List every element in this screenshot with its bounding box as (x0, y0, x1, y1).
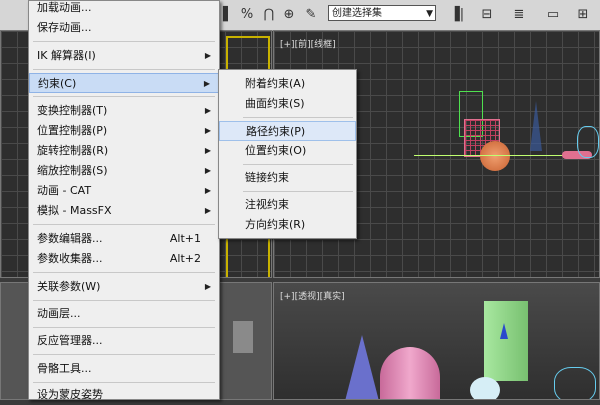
box-object (484, 301, 528, 381)
submenu-arrow-icon: ▶ (204, 206, 211, 215)
menu-separator (33, 96, 215, 97)
submenu-arrow-icon: ▶ (203, 79, 210, 88)
path-line (414, 155, 564, 156)
submenu-item-path-constraint[interactable]: 路径约束(P) (219, 121, 356, 141)
submenu-item-surface-constraint[interactable]: 曲面约束(S) (219, 94, 356, 114)
sphere-object (470, 377, 500, 399)
constraints-submenu: 附着约束(A) 曲面约束(S) 路径约束(P) 位置约束(O) 链接约束 注视约… (218, 69, 357, 239)
animation-menu: 加载动画... 保存动画... IK 解算器(I) ▶ 约束(C) ▶ 变换控制器(… (28, 0, 220, 401)
shortcut-label: Alt+1 (169, 232, 201, 245)
menu-item-animation-cat[interactable]: 动画 - CAT ▶ (29, 181, 219, 201)
toolbar-separator-icon: ▌ (223, 6, 233, 22)
edit-named-selection-icon[interactable]: ✎ (300, 3, 322, 25)
menu-separator (33, 354, 215, 355)
menu-item-bone-tools[interactable]: 骨骼工具... (29, 359, 219, 379)
submenu-arrow-icon: ▶ (204, 186, 211, 195)
curve-editor-icon[interactable]: ▭ (542, 3, 564, 25)
menu-item-position-controllers[interactable]: 位置控制器(P) ▶ (29, 121, 219, 141)
menu-separator (33, 272, 215, 273)
submenu-arrow-icon: ▶ (204, 106, 211, 115)
bone-rig-icon (554, 367, 596, 399)
menu-item-load-animation[interactable]: 加载动画... (29, 0, 219, 18)
submenu-item-lookat-constraint[interactable]: 注视约束 (219, 195, 356, 215)
viewport-label: [+][前][线框] (280, 40, 336, 50)
align-icon[interactable]: ⊟ (476, 3, 498, 25)
menu-item-parameter-collector[interactable]: 参数收集器... Alt+2 (29, 249, 219, 269)
viewport-label: [+][透视][真实] (280, 292, 345, 302)
menu-item-animation-layers[interactable]: 动画层... (29, 304, 219, 324)
menu-item-constraints[interactable]: 约束(C) ▶ (29, 73, 219, 93)
cone-object (344, 335, 380, 399)
menu-separator (33, 300, 215, 301)
mirror-icon[interactable]: ▐| (446, 3, 468, 25)
submenu-item-position-constraint[interactable]: 位置约束(O) (219, 141, 356, 161)
menu-separator (243, 164, 353, 165)
named-selection-set-dropdown[interactable]: 创建选择集 ▼ (328, 5, 436, 21)
submenu-arrow-icon: ▶ (204, 166, 211, 175)
menu-separator (243, 191, 353, 192)
layer-manager-icon[interactable]: ≣ (508, 3, 530, 25)
selection-set-value: 创建选择集 (332, 8, 382, 19)
viewport-perspective[interactable]: [+][透视][真实] (273, 282, 600, 400)
magnet-snap-icon[interactable]: ⋂ (258, 3, 280, 25)
submenu-arrow-icon: ▶ (204, 126, 211, 135)
submenu-item-link-constraint[interactable]: 链接约束 (219, 168, 356, 188)
submenu-arrow-icon: ▶ (204, 51, 211, 60)
submenu-arrow-icon: ▶ (204, 282, 211, 291)
menu-separator (33, 69, 215, 70)
cone-wireframe (530, 101, 542, 151)
menu-separator (33, 224, 215, 225)
menu-item-simulation-massfx[interactable]: 模拟 - MassFX ▶ (29, 201, 219, 221)
submenu-arrow-icon: ▶ (204, 146, 211, 155)
box-object (233, 321, 253, 353)
menu-item-set-skin-pose[interactable]: 设为蒙皮姿势 (29, 385, 219, 405)
cylinder-object (380, 347, 440, 399)
schematic-view-icon[interactable]: ⊞ (572, 3, 594, 25)
menu-item-reaction-manager[interactable]: 反应管理器... (29, 331, 219, 351)
pivot-arrow-icon (500, 323, 508, 339)
menu-separator (33, 327, 215, 328)
sphere-object (480, 141, 510, 171)
chevron-down-icon: ▼ (426, 9, 433, 19)
menu-item-scale-controllers[interactable]: 缩放控制器(S) ▶ (29, 161, 219, 181)
submenu-item-orientation-constraint[interactable]: 方向约束(R) (219, 215, 356, 235)
menu-item-save-animation[interactable]: 保存动画... (29, 18, 219, 38)
menu-item-ik-solvers[interactable]: IK 解算器(I) ▶ (29, 46, 219, 66)
menu-item-wire-parameters[interactable]: 关联参数(W) ▶ (29, 277, 219, 297)
menu-separator (33, 382, 215, 383)
menu-separator (33, 41, 215, 42)
percent-snap-icon[interactable]: % (236, 3, 258, 25)
bone-rig-icon (577, 126, 599, 158)
menu-item-parameter-editor[interactable]: 参数编辑器... Alt+1 (29, 229, 219, 249)
menu-separator (243, 117, 353, 118)
submenu-item-attachment-constraint[interactable]: 附着约束(A) (219, 74, 356, 94)
spinner-snap-icon[interactable]: ⊕ (278, 3, 300, 25)
menu-item-rotation-controllers[interactable]: 旋转控制器(R) ▶ (29, 141, 219, 161)
menu-item-transform-controllers[interactable]: 变换控制器(T) ▶ (29, 101, 219, 121)
shortcut-label: Alt+2 (169, 252, 201, 265)
